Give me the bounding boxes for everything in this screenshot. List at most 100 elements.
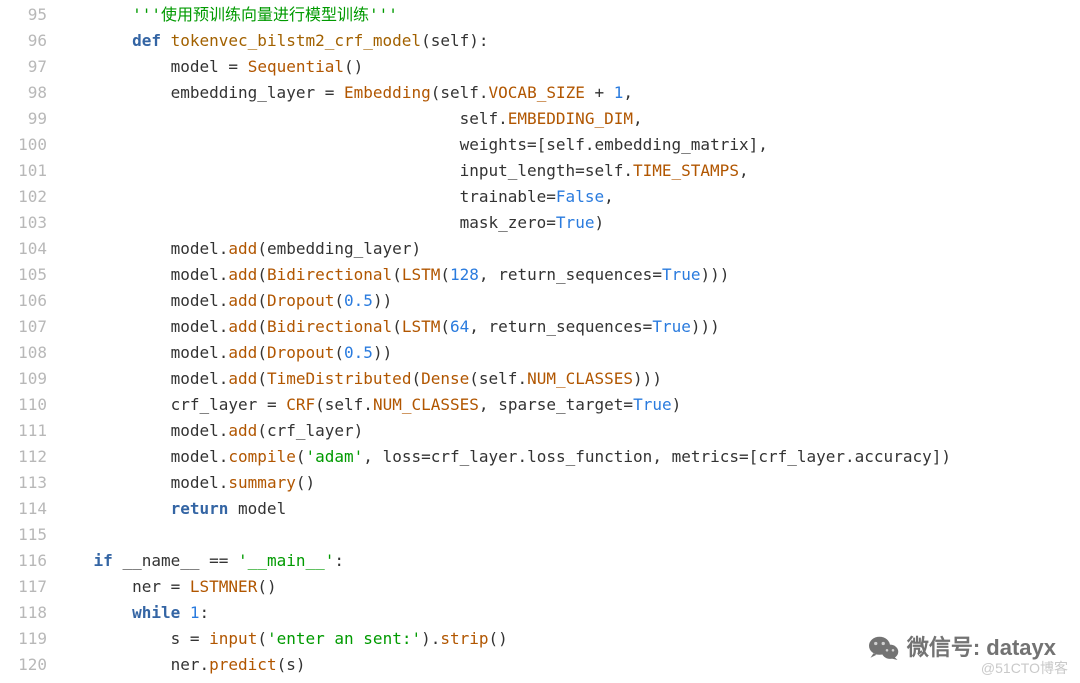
code-token: model — [171, 239, 219, 258]
code-token: ( — [431, 83, 441, 102]
code-token: add — [228, 291, 257, 310]
code-line[interactable] — [55, 522, 1080, 548]
code-line[interactable]: model.add(embedding_layer) — [55, 236, 1080, 262]
line-number: 104 — [0, 236, 47, 262]
code-line[interactable]: ner = LSTMNER() — [55, 574, 1080, 600]
code-token: . — [219, 473, 229, 492]
code-token: ( — [257, 629, 267, 648]
code-token: model — [171, 291, 219, 310]
line-number: 115 — [0, 522, 47, 548]
code-line[interactable]: mask_zero=True) — [55, 210, 1080, 236]
code-token: . — [219, 239, 229, 258]
code-token: predict — [209, 655, 276, 674]
code-token: False — [556, 187, 604, 206]
code-token: 0.5 — [344, 291, 373, 310]
code-token: . — [517, 369, 527, 388]
code-token: ) — [354, 421, 364, 440]
code-token: , — [469, 317, 479, 336]
code-token: ( — [440, 265, 450, 284]
code-token: ) — [421, 629, 431, 648]
code-token: LSTM — [402, 265, 441, 284]
code-token: , — [633, 109, 643, 128]
code-token: Bidirectional — [267, 265, 392, 284]
code-line[interactable]: self.EMBEDDING_DIM, — [55, 106, 1080, 132]
code-token: '''使用预训练向量进行模型训练''' — [132, 5, 398, 24]
line-number: 112 — [0, 444, 47, 470]
code-line[interactable]: model.add(Dropout(0.5)) — [55, 340, 1080, 366]
code-token: = — [190, 629, 200, 648]
code-token: crf_layer — [267, 421, 354, 440]
code-token: ) — [296, 655, 306, 674]
code-token: () — [344, 57, 363, 76]
code-editor[interactable]: 9596979899100101102103104105106107108109… — [0, 0, 1080, 683]
code-token: NUM_CLASSES — [373, 395, 479, 414]
code-token: self — [479, 369, 518, 388]
code-line[interactable]: model.compile('adam', loss=crf_layer.los… — [55, 444, 1080, 470]
code-token: () — [296, 473, 315, 492]
code-token: = — [652, 265, 662, 284]
code-line[interactable]: model.add(crf_layer) — [55, 418, 1080, 444]
code-line[interactable]: weights=[self.embedding_matrix], — [55, 132, 1080, 158]
line-number: 113 — [0, 470, 47, 496]
code-area[interactable]: '''使用预训练向量进行模型训练''' def tokenvec_bilstm2… — [55, 0, 1080, 683]
code-line[interactable]: model.add(Bidirectional(LSTM(64, return_… — [55, 314, 1080, 340]
code-token: = — [171, 577, 181, 596]
line-number: 119 — [0, 626, 47, 652]
code-token: . — [200, 655, 210, 674]
code-line[interactable]: if __name__ == '__main__': — [55, 548, 1080, 574]
code-token: . — [517, 447, 527, 466]
code-token: ) — [594, 213, 604, 232]
code-token: model — [171, 343, 219, 362]
code-line[interactable]: def tokenvec_bilstm2_crf_model(self): — [55, 28, 1080, 54]
code-token: . — [623, 161, 633, 180]
code-token: ( — [257, 317, 267, 336]
code-token: . — [219, 369, 229, 388]
code-token: ( — [257, 239, 267, 258]
line-number: 103 — [0, 210, 47, 236]
code-line[interactable]: input_length=self.TIME_STAMPS, — [55, 158, 1080, 184]
code-token: while — [132, 603, 180, 622]
code-token: 64 — [450, 317, 469, 336]
code-line[interactable]: crf_layer = CRF(self.NUM_CLASSES, sparse… — [55, 392, 1080, 418]
code-token: 128 — [450, 265, 479, 284]
code-line[interactable]: model.add(Dropout(0.5)) — [55, 288, 1080, 314]
code-token: model — [171, 447, 219, 466]
code-token: ( — [421, 31, 431, 50]
code-token: ( — [257, 265, 267, 284]
code-line[interactable]: model.summary() — [55, 470, 1080, 496]
code-token: Sequential — [248, 57, 344, 76]
code-token: True — [556, 213, 595, 232]
code-token: model — [171, 473, 219, 492]
code-token: ( — [392, 317, 402, 336]
code-token: ( — [257, 343, 267, 362]
code-line[interactable]: s = input('enter an sent:').strip() — [55, 626, 1080, 652]
code-line[interactable]: model.add(TimeDistributed(Dense(self.NUM… — [55, 366, 1080, 392]
code-line[interactable]: while 1: — [55, 600, 1080, 626]
code-token: ( — [277, 655, 287, 674]
code-line[interactable]: model.add(Bidirectional(LSTM(128, return… — [55, 262, 1080, 288]
code-line[interactable]: ner.predict(s) — [55, 652, 1080, 678]
code-token: add — [228, 343, 257, 362]
line-number: 114 — [0, 496, 47, 522]
code-line[interactable]: trainable=False, — [55, 184, 1080, 210]
code-token: add — [228, 239, 257, 258]
code-token: . — [219, 421, 229, 440]
code-token: )) — [373, 291, 392, 310]
line-number: 117 — [0, 574, 47, 600]
code-token: Dense — [421, 369, 469, 388]
code-token: self — [585, 161, 624, 180]
code-token: Dropout — [267, 291, 334, 310]
code-token: ))) — [691, 317, 720, 336]
code-token: self — [460, 109, 499, 128]
code-line[interactable]: embedding_layer = Embedding(self.VOCAB_S… — [55, 80, 1080, 106]
code-token: = — [739, 447, 749, 466]
code-line[interactable]: '''使用预训练向量进行模型训练''' — [55, 2, 1080, 28]
code-token: self — [325, 395, 364, 414]
line-number: 120 — [0, 652, 47, 678]
line-number: 100 — [0, 132, 47, 158]
code-line[interactable]: return model — [55, 496, 1080, 522]
code-token: crf_layer — [171, 395, 258, 414]
code-token: . — [845, 447, 855, 466]
code-line[interactable]: model = Sequential() — [55, 54, 1080, 80]
code-token: . — [219, 343, 229, 362]
